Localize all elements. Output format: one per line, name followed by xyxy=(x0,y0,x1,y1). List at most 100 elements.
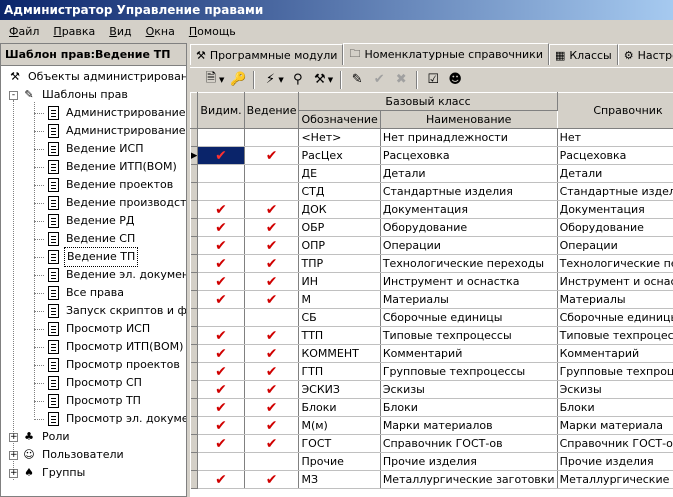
tree-template-item[interactable]: Администрирование Т xyxy=(45,122,186,140)
row-indicator[interactable] xyxy=(190,362,199,381)
visible-checkbox[interactable] xyxy=(197,128,245,147)
tree-template-item[interactable]: Просмотр ИСП xyxy=(45,320,152,338)
key-icon[interactable]: 🔑 xyxy=(227,70,249,90)
table-row[interactable]: ✔ ✔ ОПР Операции Операции xyxy=(190,236,673,255)
collapse-icon[interactable]: - xyxy=(9,90,18,100)
tree-node-groups[interactable]: + ♠ Группы xyxy=(9,464,87,482)
tab-0[interactable]: ⚒ Программные модули xyxy=(190,44,344,65)
visible-checkbox[interactable] xyxy=(197,164,245,183)
visible-checkbox[interactable]: ✔ xyxy=(197,272,245,291)
tree-node-roles[interactable]: + ♣ Роли xyxy=(9,428,72,446)
visible-checkbox[interactable]: ✔ xyxy=(197,434,245,453)
row-indicator[interactable] xyxy=(190,128,199,147)
visible-checkbox[interactable] xyxy=(197,452,245,471)
visible-checkbox[interactable]: ✔ xyxy=(197,146,245,165)
tree-template-item[interactable]: Просмотр эл. докумен xyxy=(45,410,186,428)
edit-icon[interactable]: ✎ xyxy=(346,70,368,90)
tree-node-templates[interactable]: - ✎ Шаблоны прав xyxy=(9,86,130,104)
tree-template-item[interactable]: Ведение эл. документ xyxy=(45,266,186,284)
maintain-checkbox[interactable]: ✔ xyxy=(244,290,300,309)
row-indicator[interactable] xyxy=(190,164,199,183)
user-icon[interactable]: ☻ xyxy=(444,70,466,90)
maintain-checkbox[interactable]: ✔ xyxy=(244,380,300,399)
row-indicator[interactable] xyxy=(190,200,199,219)
table-row[interactable]: ✔ ✔ ТПР Технологические переходы Технологиче… xyxy=(190,254,673,273)
row-indicator[interactable] xyxy=(190,326,199,345)
maintain-checkbox[interactable]: ✔ xyxy=(244,362,300,381)
visible-checkbox[interactable]: ✔ xyxy=(197,344,245,363)
apply-icon[interactable]: ✔ xyxy=(368,70,390,90)
maintain-checkbox[interactable]: ✔ xyxy=(244,326,300,345)
binoculars-icon[interactable]: ⚲ xyxy=(287,70,309,90)
row-indicator[interactable] xyxy=(190,452,199,471)
tree-template-item[interactable]: Все права xyxy=(45,284,126,302)
name-column-header[interactable]: Наименование xyxy=(379,110,558,129)
tree-template-item[interactable]: Ведение ИСП xyxy=(45,140,145,158)
maintain-checkbox[interactable]: ✔ xyxy=(244,254,300,273)
tree-template-item[interactable]: Просмотр СП xyxy=(45,374,144,392)
maintain-checkbox[interactable]: ✔ xyxy=(244,236,300,255)
expand-icon[interactable]: + xyxy=(9,450,18,460)
dropdown-arrow-icon[interactable]: ▼ xyxy=(278,76,283,84)
row-indicator[interactable] xyxy=(190,272,199,291)
menu-item-2[interactable]: Вид xyxy=(102,25,138,38)
table-row[interactable]: ✔ ✔ М Материалы Материалы xyxy=(190,290,673,309)
visible-checkbox[interactable]: ✔ xyxy=(197,236,245,255)
visible-checkbox[interactable] xyxy=(197,308,245,327)
row-indicator[interactable] xyxy=(190,470,199,489)
cancel-icon[interactable]: ✖ xyxy=(390,70,412,90)
table-row[interactable]: ДЕ Детали Детали xyxy=(190,164,673,183)
tab-1[interactable]: 🗀 Номенклатурные справочники xyxy=(343,43,549,65)
visible-column-header[interactable]: Видим. xyxy=(197,92,245,129)
row-indicator[interactable] xyxy=(190,290,199,309)
maintain-checkbox[interactable]: ✔ xyxy=(244,272,300,291)
row-indicator[interactable] xyxy=(190,398,199,417)
dropdown-arrow-icon[interactable]: ▼ xyxy=(219,76,224,84)
tree-template-item[interactable]: Запуск скриптов и фо xyxy=(45,302,186,320)
maintain-column-header[interactable]: Ведение xyxy=(243,92,300,129)
expand-icon[interactable]: + xyxy=(9,432,18,442)
tree-template-item[interactable]: Ведение СП xyxy=(45,230,137,248)
menu-item-4[interactable]: Помощь xyxy=(182,25,243,38)
maintain-checkbox[interactable]: ✔ xyxy=(244,344,300,363)
row-indicator[interactable] xyxy=(190,344,199,363)
table-row[interactable]: ✔ ✔ ГТП Групповые техпроцессы Групповые техп… xyxy=(190,362,673,381)
maintain-checkbox[interactable]: ✔ xyxy=(244,416,300,435)
table-row[interactable]: Прочие Прочие изделия Прочие изделия xyxy=(190,452,673,471)
tree-template-item[interactable]: Просмотр ТП xyxy=(45,392,143,410)
row-indicator[interactable] xyxy=(190,308,199,327)
tree-root[interactable]: ⚒ Объекты администрирования xyxy=(7,68,186,86)
visible-checkbox[interactable]: ✔ xyxy=(197,254,245,273)
table-row[interactable]: ✔ ✔ ИН Инструмент и оснастка Инструмент и ос… xyxy=(190,272,673,291)
table-row[interactable]: ✔ ✔ КОММЕНТ Комментарий Комментарий xyxy=(190,344,673,363)
row-indicator[interactable]: ▶ xyxy=(190,146,199,165)
table-row[interactable]: ✔ ✔ М(м) Марки материалов Марки материала xyxy=(190,416,673,435)
maintain-checkbox[interactable] xyxy=(244,182,300,201)
tree-template-item[interactable]: Ведение проектов xyxy=(45,176,175,194)
maintain-checkbox[interactable]: ✔ xyxy=(244,470,300,489)
maintain-checkbox[interactable] xyxy=(244,128,300,147)
visible-checkbox[interactable]: ✔ xyxy=(197,470,245,489)
maintain-checkbox[interactable] xyxy=(244,452,300,471)
reference-column-header[interactable]: Справочник xyxy=(556,92,673,129)
menu-item-0[interactable]: Файл xyxy=(2,25,46,38)
dropdown-arrow-icon[interactable]: ▼ xyxy=(328,76,333,84)
row-indicator[interactable] xyxy=(190,182,199,201)
table-row[interactable]: ✔ ✔ ДОК Документация Документация xyxy=(190,200,673,219)
visible-checkbox[interactable]: ✔ xyxy=(197,398,245,417)
table-row[interactable]: ✔ ✔ Блоки Блоки Блоки xyxy=(190,398,673,417)
visible-checkbox[interactable]: ✔ xyxy=(197,362,245,381)
row-indicator[interactable] xyxy=(190,218,199,237)
maintain-checkbox[interactable]: ✔ xyxy=(244,398,300,417)
row-indicator[interactable] xyxy=(190,236,199,255)
visible-checkbox[interactable]: ✔ xyxy=(197,200,245,219)
table-row[interactable]: ✔ ✔ ТТП Типовые техпроцессы Типовые техпроце… xyxy=(190,326,673,345)
row-indicator[interactable] xyxy=(190,254,199,273)
tree-template-item[interactable]: Ведение производств xyxy=(45,194,186,212)
visible-checkbox[interactable] xyxy=(197,182,245,201)
tab-2[interactable]: ▦ Классы xyxy=(548,44,618,65)
maintain-checkbox[interactable] xyxy=(244,308,300,327)
table-row[interactable]: СБ Сборочные единицы Сборочные единицы xyxy=(190,308,673,327)
table-row[interactable]: ✔ ✔ ЭСКИЗ Эскизы Эскизы xyxy=(190,380,673,399)
code-column-header[interactable]: Обозначение xyxy=(298,110,381,129)
